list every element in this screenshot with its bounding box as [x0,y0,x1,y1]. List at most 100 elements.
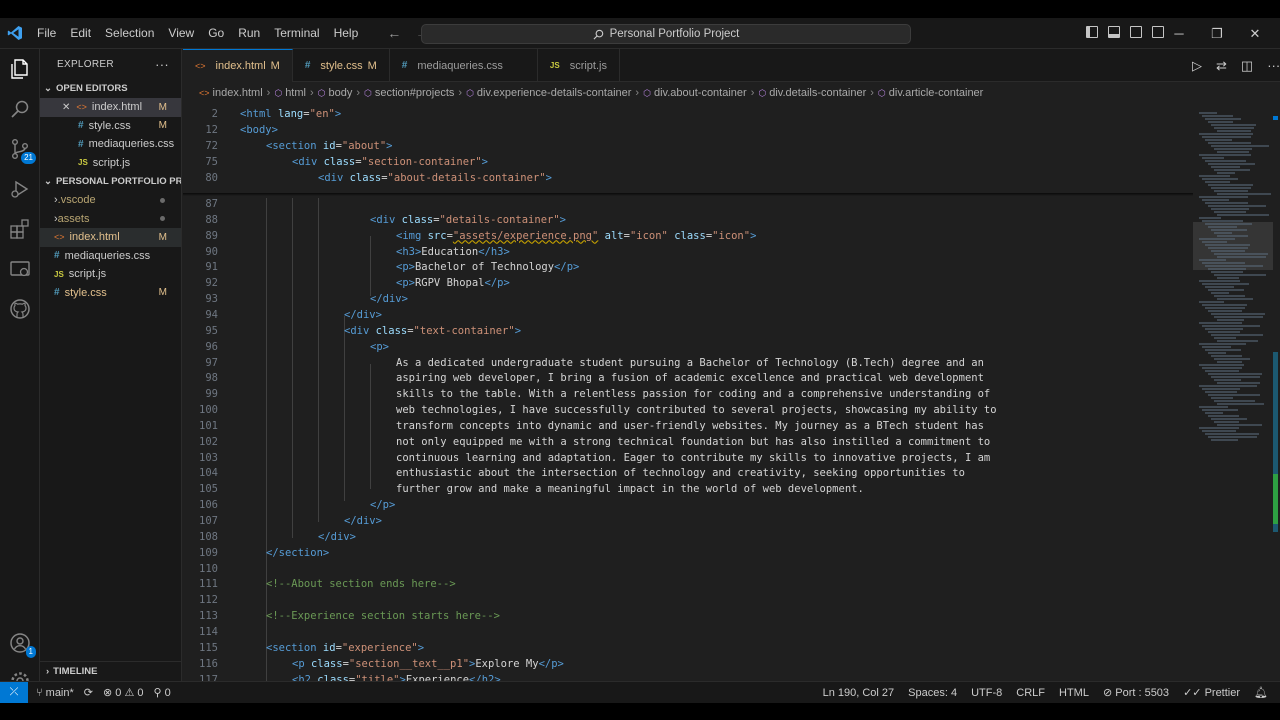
code-line[interactable]: 116 <p class="section__text__p1">Explore … [183,656,1193,672]
prettier-status[interactable]: ✓✓ Prettier [1183,686,1240,699]
search-icon[interactable] [8,97,32,121]
code-line[interactable]: 109 </section> [183,545,1193,561]
code-line[interactable]: 104 enthusiastic about the intersection o… [183,465,1193,481]
accounts-icon[interactable]: 1 [8,631,36,658]
code-line[interactable]: 94 </div> [183,307,1193,323]
remote-explorer-icon[interactable] [8,257,32,281]
ports-indicator[interactable]: ⚲ 0 [154,686,171,699]
minimize-icon[interactable]: ─ [1160,18,1198,49]
file-item[interactable]: JS script.js [40,265,181,284]
problems-indicator[interactable]: ⊗ 0 ⚠ 0 [103,686,144,699]
run-icon[interactable]: ▷ [1192,58,1202,74]
minimap[interactable] [1193,104,1280,684]
indentation[interactable]: Spaces: 4 [908,687,957,699]
code-line[interactable]: 88 <div class="details-container"> [183,212,1193,228]
extensions-icon[interactable] [8,217,32,241]
encoding[interactable]: UTF-8 [971,687,1002,699]
menu-item-help[interactable]: Help [327,18,366,49]
menu-item-edit[interactable]: Edit [63,18,98,49]
restore-icon[interactable]: ❐ [1198,18,1236,49]
live-server-port[interactable]: ⊘ Port : 5503 [1103,686,1169,699]
code-line[interactable]: 108 </div> [183,529,1193,545]
back-arrow-icon[interactable]: ← [387,25,401,41]
breadcrumb-item[interactable]: div.experience-details-container [477,87,632,99]
code-line[interactable]: 106 </p> [183,497,1193,513]
code-line[interactable]: 90 <h3>Education</h3> [183,244,1193,260]
file-item[interactable]: # mediaqueries.css [40,247,181,266]
open-editors-header[interactable]: ⌄ OPEN EDITORS [40,79,181,98]
code-line[interactable]: 89 <img src="assets/experience.png" alt="… [183,228,1193,244]
source-control-icon[interactable]: 21 [8,137,36,164]
breadcrumb-item[interactable]: div.details-container [769,87,866,99]
menu-item-view[interactable]: View [161,18,201,49]
toggle-sidebar-icon[interactable] [1086,26,1098,38]
breadcrumb-item[interactable]: div.about-container [654,87,747,99]
code-line[interactable]: 93 </div> [183,291,1193,307]
code-line[interactable]: 103 continuous learning and adaptation. E… [183,450,1193,466]
more-actions-icon[interactable]: ··· [1267,58,1280,74]
code-line[interactable]: 96 <p> [183,339,1193,355]
code-line[interactable]: 95 <div class="text-container"> [183,323,1193,339]
code-line[interactable]: 87 [183,196,1193,212]
line-ending[interactable]: CRLF [1016,687,1045,699]
code-line[interactable]: 97 As a dedicated undergraduate student p… [183,355,1193,371]
menu-item-terminal[interactable]: Terminal [267,18,326,49]
code-line[interactable]: 107 </div> [183,513,1193,529]
breadcrumb-item[interactable]: index.html [213,87,263,99]
code-line[interactable]: 115 <section id="experience"> [183,640,1193,656]
code-line[interactable]: 111 <!--About section ends here--> [183,576,1193,592]
split-editor-icon[interactable]: ◫ [1241,58,1253,74]
compare-changes-icon[interactable]: ⇄ [1216,58,1227,74]
tab-script-js[interactable]: JS script.js [538,49,620,82]
timeline-header[interactable]: › TIMELINE [40,661,182,681]
github-icon[interactable] [8,297,32,321]
menu-item-selection[interactable]: Selection [98,18,161,49]
breadcrumb-item[interactable]: body [329,87,353,99]
code-line[interactable]: 91 <p>Bachelor of Technology</p> [183,259,1193,275]
open-editor-item[interactable]: ✕ <> index.html M [40,98,181,117]
code-line[interactable]: 99 skills to the table. With a relentless… [183,386,1193,402]
sticky-scroll-line[interactable]: 12 <body> [183,122,1193,138]
sticky-scroll-line[interactable]: 72 <section id="about"> [183,138,1193,154]
folder-item[interactable]: › .vscode [40,191,181,210]
menu-item-file[interactable]: File [30,18,63,49]
code-line[interactable]: 100 web technologies, I have successfully… [183,402,1193,418]
branch-indicator[interactable]: ⑂ main* [36,687,74,699]
remote-indicator-icon[interactable]: ⤫ [0,681,28,703]
tab-style-css[interactable]: # style.css M [293,49,390,82]
open-editor-item[interactable]: # mediaqueries.css [40,135,181,154]
menu-item-go[interactable]: Go [201,18,231,49]
code-editor[interactable]: 2 <html lang="en"> 12 <body> 72 <section id="… [183,104,1193,684]
code-line[interactable]: 92 <p>RGPV Bhopal</p> [183,275,1193,291]
explorer-icon[interactable] [8,57,32,81]
project-header[interactable]: ⌄ PERSONAL PORTFOLIO PR... [40,172,181,191]
command-center[interactable]: Personal Portfolio Project [421,24,911,44]
open-editor-item[interactable]: # style.css M [40,117,181,136]
sticky-scroll-line[interactable]: 75 <div class="section-container"> [183,154,1193,170]
toggle-panel-icon[interactable] [1108,26,1120,38]
tab-index-html[interactable]: <> index.html M [183,49,293,82]
code-line[interactable]: 110 [183,561,1193,577]
run-debug-icon[interactable] [8,177,32,201]
code-line[interactable]: 105 further grow and make a meaningful im… [183,481,1193,497]
code-line[interactable]: 114 [183,624,1193,640]
code-line[interactable]: 113 <!--Experience section starts here--> [183,608,1193,624]
breadcrumb-item[interactable]: section#projects [375,87,455,99]
file-item[interactable]: # style.css M [40,284,181,303]
close-icon[interactable]: ✕ [1236,18,1274,49]
code-line[interactable]: 112 [183,592,1193,608]
cursor-position[interactable]: Ln 190, Col 27 [823,687,895,699]
code-line[interactable]: 102 not only equipped me with a strong te… [183,434,1193,450]
folder-item[interactable]: › assets [40,210,181,229]
language-mode[interactable]: HTML [1059,687,1089,699]
code-line[interactable]: 101 transform concepts into dynamic and u… [183,418,1193,434]
sticky-scroll-line[interactable]: 2 <html lang="en"> [183,106,1193,122]
open-editor-item[interactable]: JS script.js [40,154,181,173]
breadcrumb-item[interactable]: div.article-container [889,87,984,99]
file-item[interactable]: <> index.html M [40,228,181,247]
menu-item-run[interactable]: Run [231,18,267,49]
toggle-secondary-sidebar-icon[interactable] [1130,26,1142,38]
sticky-scroll-line[interactable]: 80 <div class="about-details-container"> [183,170,1193,186]
tab-mediaqueries-css[interactable]: # mediaqueries.css [390,49,538,82]
breadcrumb-item[interactable]: html [285,87,306,99]
